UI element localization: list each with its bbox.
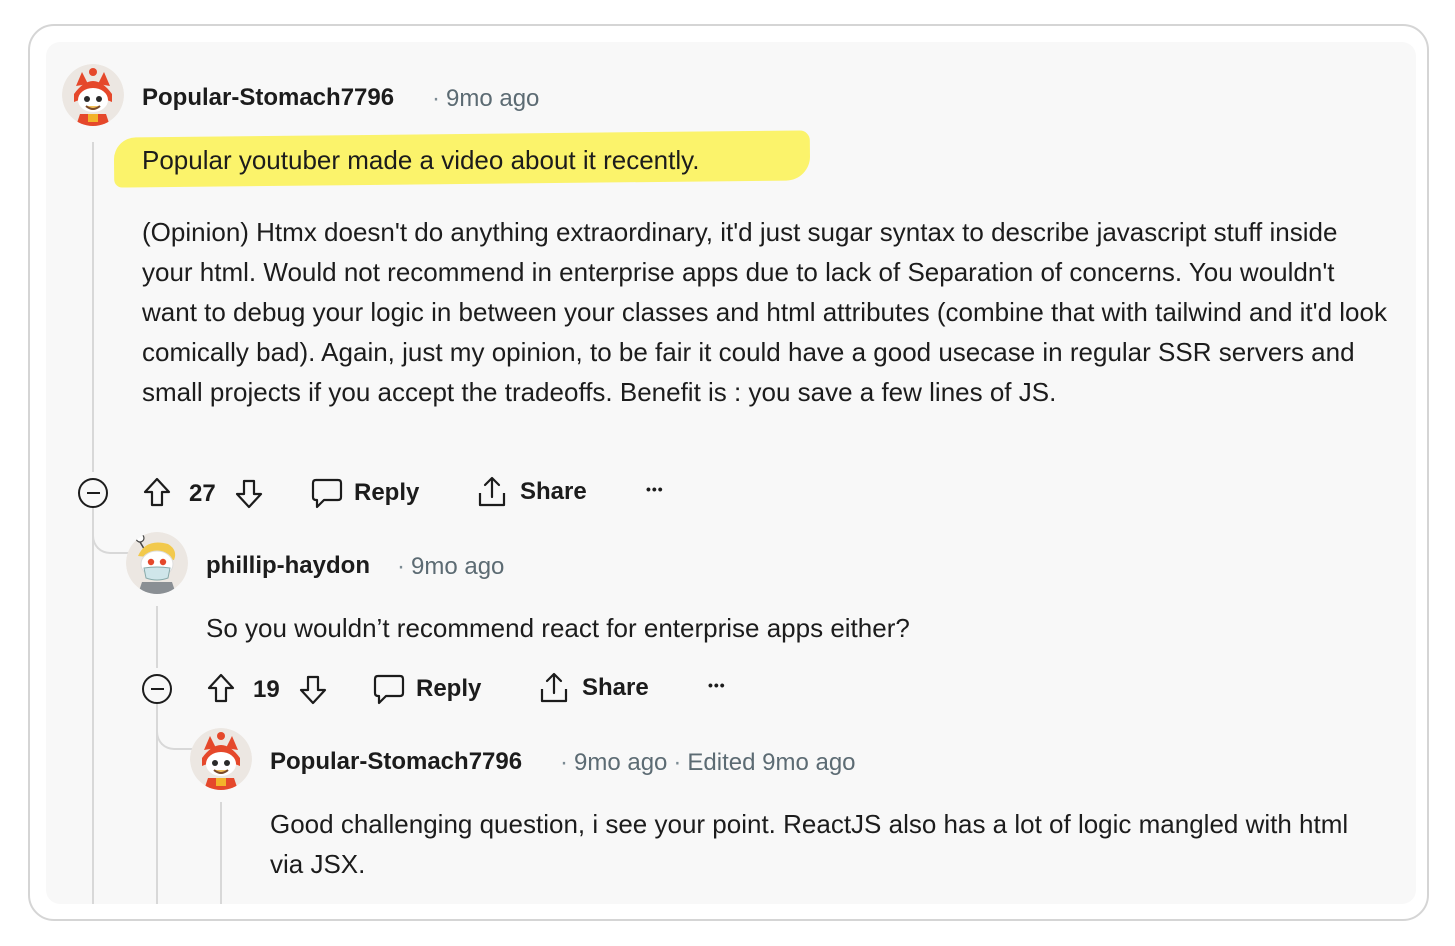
upvote-arrow-icon[interactable] — [142, 476, 172, 508]
meta-separator: · — [673, 749, 682, 776]
comment-username[interactable]: Popular-Stomach7796 — [142, 84, 394, 112]
comment-body-text: (Opinion) Htmx doesn't do anything extra… — [142, 217, 1387, 407]
share-label: Share — [520, 478, 587, 505]
vote-count: 19 — [253, 676, 280, 703]
more-options-button[interactable]: ••• — [708, 677, 726, 693]
comment-username[interactable]: Popular-Stomach7796 — [270, 748, 522, 776]
snoo-avatar-icon — [190, 728, 252, 790]
downvote-arrow-icon[interactable] — [234, 478, 264, 510]
comment-body: So you wouldn’t recommend react for ente… — [206, 608, 1386, 648]
upvote-arrow-icon[interactable] — [206, 672, 236, 704]
avatar[interactable] — [190, 728, 252, 790]
downvote-arrow-icon[interactable] — [298, 674, 328, 706]
comment-highlighted-line: Popular youtuber made a video about it r… — [142, 145, 700, 175]
comment-time[interactable]: 9mo ago — [446, 85, 539, 112]
thread-branch-curve — [156, 704, 196, 750]
comment-meta: · 9mo ago · Edited 9mo ago — [554, 749, 856, 777]
comment-time[interactable]: 9mo ago — [411, 553, 504, 580]
share-icon — [538, 671, 570, 705]
snoo-avatar-icon — [126, 532, 188, 594]
share-button[interactable]: Share — [476, 475, 587, 509]
minus-icon — [86, 492, 100, 494]
comment-meta: · 9mo ago — [426, 85, 539, 113]
collapse-button[interactable] — [78, 478, 108, 508]
share-label: Share — [582, 674, 649, 701]
more-options-button[interactable]: ••• — [646, 481, 664, 497]
reply-label: Reply — [416, 675, 482, 702]
reply-label: Reply — [354, 479, 420, 506]
thread-line-level-2[interactable] — [156, 606, 158, 668]
comment-bubble-icon — [310, 476, 344, 510]
meta-separator: · — [560, 749, 568, 776]
collapse-button[interactable] — [142, 674, 172, 704]
thread-line-level-1-lower[interactable] — [92, 508, 94, 904]
comment-username[interactable]: phillip-haydon — [206, 552, 370, 580]
comment-time[interactable]: 9mo ago — [574, 749, 667, 776]
thread-line-level-3[interactable] — [220, 802, 222, 904]
snoo-avatar-icon — [62, 64, 124, 126]
meta-separator: · — [432, 85, 440, 112]
share-icon — [476, 475, 508, 509]
comment-meta: · 9mo ago — [391, 553, 504, 581]
avatar[interactable] — [126, 532, 188, 594]
avatar[interactable] — [62, 64, 124, 126]
thread-branch-curve — [92, 508, 132, 554]
comment-body-text: Good challenging question, i see your po… — [270, 809, 1349, 879]
meta-separator: · — [397, 553, 405, 580]
vote-count: 27 — [189, 480, 216, 507]
thread-line-level-1[interactable] — [92, 142, 94, 472]
comment-body-text: So you wouldn’t recommend react for ente… — [206, 613, 910, 643]
comment-body: (Opinion) Htmx doesn't do anything extra… — [142, 212, 1392, 412]
comment-body: Good challenging question, i see your po… — [270, 804, 1380, 884]
reply-button[interactable]: Reply — [310, 476, 419, 510]
share-button[interactable]: Share — [538, 671, 649, 705]
comment-edited: Edited 9mo ago — [687, 749, 856, 776]
thread-line-level-2-lower[interactable] — [156, 704, 158, 904]
comment-bubble-icon — [372, 672, 406, 706]
reply-button[interactable]: Reply — [372, 672, 481, 706]
minus-icon — [150, 688, 164, 690]
